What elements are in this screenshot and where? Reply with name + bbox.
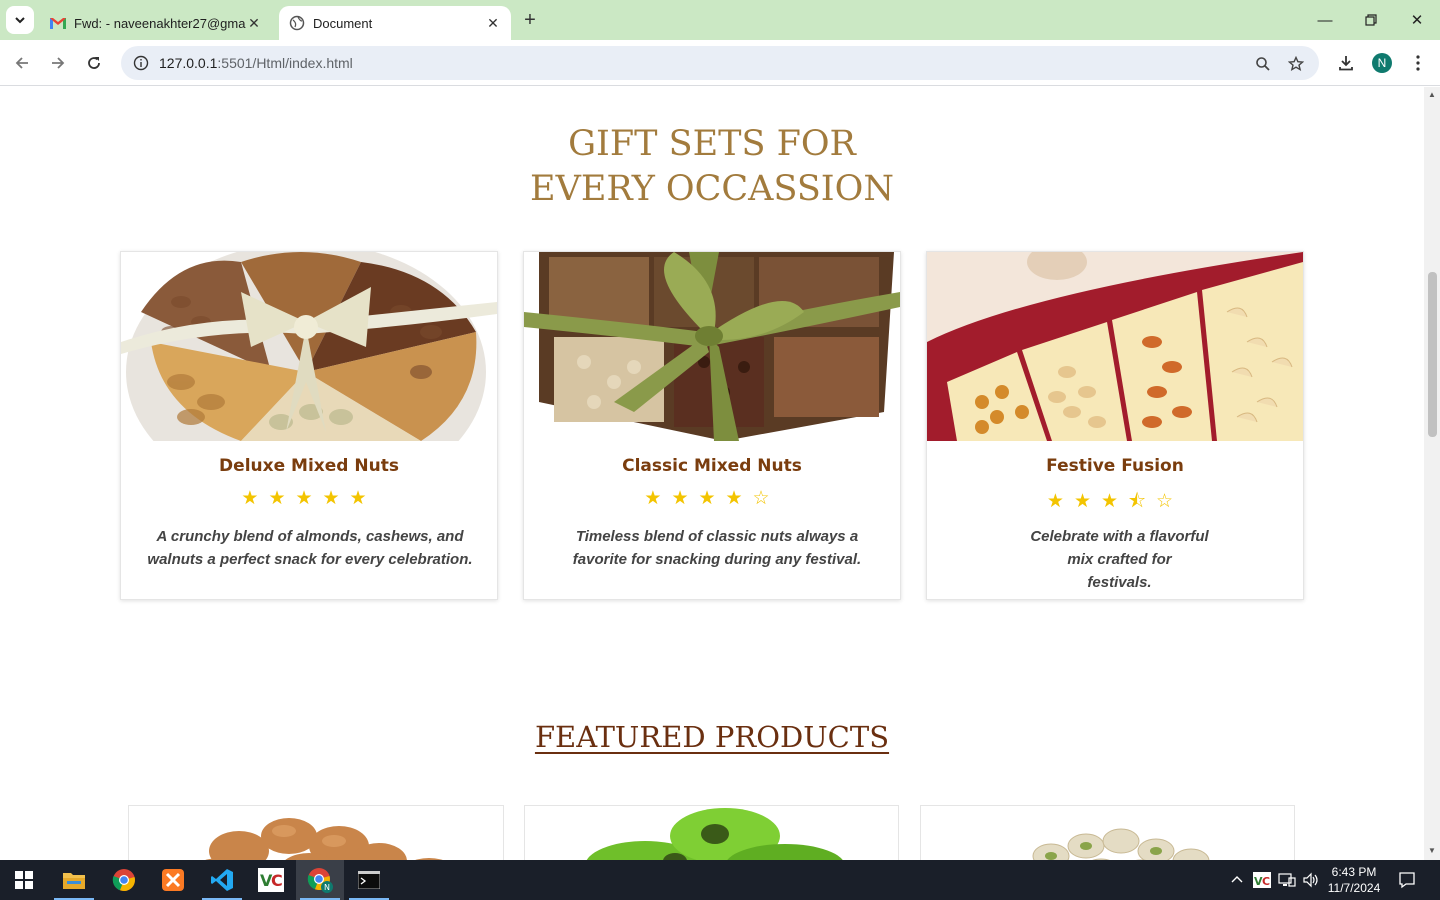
gift-card-classic[interactable]: Classic Mixed Nuts ★★★★☆ Timeless blend …	[523, 251, 901, 600]
forward-button[interactable]	[44, 49, 72, 77]
vc-icon: VC	[258, 868, 284, 892]
product-name: Classic Mixed Nuts	[622, 456, 802, 476]
pistachios-image	[1032, 828, 1210, 860]
deluxe-mixed-nuts-image	[121, 252, 497, 441]
tab-search-button[interactable]	[6, 6, 34, 34]
chrome-profile-button[interactable]: N	[296, 860, 344, 900]
description-line: Celebrate with a flavorful	[1030, 528, 1209, 545]
vscode-icon	[211, 869, 233, 891]
tab-gmail[interactable]: Fwd: - naveenakhter27@gmail.c ✕	[40, 6, 272, 40]
windows-logo-icon	[15, 871, 33, 889]
reload-icon	[88, 57, 100, 69]
arrow-right-icon	[52, 57, 65, 69]
profile-avatar[interactable]: N	[1372, 53, 1392, 73]
page-viewport: GIFT SETS FOR EVERY OCCASSION Deluxe Mix…	[0, 87, 1424, 860]
gift-card-festive[interactable]: Festive Fusion ★★★⯪☆ Celebrate with a fl…	[926, 251, 1304, 600]
festive-fusion-image	[927, 252, 1303, 441]
taskbar-clock[interactable]: 6:43 PM 11/7/2024	[1322, 864, 1386, 896]
vc-tray-icon[interactable]: VC	[1253, 860, 1271, 900]
minimize-button[interactable]: —	[1302, 0, 1348, 40]
url-host: 127.0.0.1	[159, 55, 218, 71]
globe-icon	[289, 15, 305, 31]
url-path: :5501/Html/index.html	[217, 55, 353, 71]
arrow-left-icon	[15, 57, 28, 69]
gmail-icon	[50, 18, 66, 29]
volume-icon[interactable]	[1302, 860, 1320, 900]
rating-stars: ★★★★★	[241, 488, 377, 509]
reload-button[interactable]	[80, 49, 108, 77]
tab-title: Fwd: - naveenakhter27@gmail.c	[74, 15, 246, 31]
heading-line: EVERY OCCASSION	[530, 169, 894, 209]
product-description: Timeless blend of classic nuts always a …	[572, 528, 862, 568]
back-button[interactable]	[8, 49, 36, 77]
start-button[interactable]	[0, 860, 48, 900]
product-name: Deluxe Mixed Nuts	[219, 456, 399, 476]
scroll-down-icon[interactable]: ▼	[1428, 847, 1436, 855]
classic-mixed-nuts-image	[524, 252, 900, 441]
page-scrollbar[interactable]: ▲ ▼	[1424, 87, 1440, 860]
description-line: mix crafted for	[1067, 551, 1172, 568]
zoom-icon[interactable]	[1253, 54, 1273, 74]
folder-icon	[63, 873, 85, 889]
bookmark-star-icon[interactable]	[1286, 54, 1306, 74]
network-icon[interactable]	[1278, 860, 1296, 900]
almonds-image	[205, 818, 443, 860]
file-explorer-button[interactable]	[50, 860, 98, 900]
svg-text:N: N	[324, 883, 330, 892]
featured-card-pistachios[interactable]	[920, 805, 1295, 860]
new-tab-button[interactable]: +	[518, 8, 542, 32]
scrollbar-thumb[interactable]	[1428, 272, 1437, 437]
clock-date: 11/7/2024	[1327, 881, 1381, 895]
heading-line: GIFT SETS FOR	[568, 124, 856, 164]
chevron-down-icon	[15, 17, 25, 24]
tab-title: Document	[313, 15, 373, 31]
address-bar[interactable]: 127.0.0.1:5501/Html/index.html	[121, 46, 1319, 80]
menu-button[interactable]	[1404, 49, 1432, 77]
tab-document[interactable]: Document ✕	[279, 6, 511, 40]
vc-app-button[interactable]: VC	[247, 860, 295, 900]
product-description: Celebrate with a flavorful mix crafted f…	[1012, 525, 1227, 594]
scroll-up-icon[interactable]: ▲	[1428, 91, 1436, 99]
url-text: 127.0.0.1:5501/Html/index.html	[159, 55, 353, 71]
windows-taskbar: VC N VC 6:43 PM 11/7/2024	[0, 860, 1440, 900]
tab-strip: Fwd: - naveenakhter27@gmail.c ✕ Document…	[0, 0, 1440, 40]
product-description: A crunchy blend of almonds, cashews, and…	[147, 528, 473, 568]
xampp-button[interactable]	[149, 860, 197, 900]
restore-button[interactable]	[1348, 0, 1394, 40]
show-hidden-icons[interactable]	[1230, 860, 1244, 900]
terminal-button[interactable]	[345, 860, 393, 900]
rating-stars: ★★★⯪☆	[1046, 491, 1184, 512]
notifications-icon[interactable]	[1398, 860, 1416, 900]
browser-toolbar: 127.0.0.1:5501/Html/index.html N	[0, 40, 1440, 86]
clock-time: 6:43 PM	[1331, 865, 1377, 879]
kebab-menu-icon	[1416, 55, 1420, 71]
product-name: Festive Fusion	[1046, 456, 1184, 476]
chrome-button[interactable]	[100, 860, 148, 900]
close-icon[interactable]: ✕	[246, 15, 262, 31]
chevron-up-icon	[1231, 876, 1243, 883]
featured-products-heading: FEATURED PRODUCTS	[534, 720, 890, 754]
chrome-icon	[112, 869, 135, 892]
rating-stars: ★★★★☆	[644, 488, 780, 509]
download-icon	[1339, 56, 1353, 71]
featured-card-almonds[interactable]	[128, 805, 504, 860]
downloads-button[interactable]	[1332, 49, 1360, 77]
svg-text:C: C	[1262, 875, 1270, 888]
gift-sets-heading: GIFT SETS FOR EVERY OCCASSION	[0, 122, 1424, 212]
chrome-profile-icon: N	[307, 868, 333, 893]
featured-card-kiwi[interactable]	[524, 805, 899, 860]
dried-kiwi-image	[586, 808, 843, 860]
close-window-button[interactable]: ✕	[1394, 0, 1440, 40]
description-line: festivals.	[1087, 574, 1152, 591]
vscode-button[interactable]	[198, 860, 246, 900]
site-info-icon[interactable]	[125, 55, 157, 71]
close-icon[interactable]: ✕	[485, 15, 501, 31]
restore-icon	[1365, 14, 1377, 26]
gift-card-deluxe[interactable]: Deluxe Mixed Nuts ★★★★★ A crunchy blend …	[120, 251, 498, 600]
xampp-icon	[162, 869, 184, 891]
terminal-icon	[358, 871, 380, 889]
svg-text:C: C	[271, 871, 283, 890]
